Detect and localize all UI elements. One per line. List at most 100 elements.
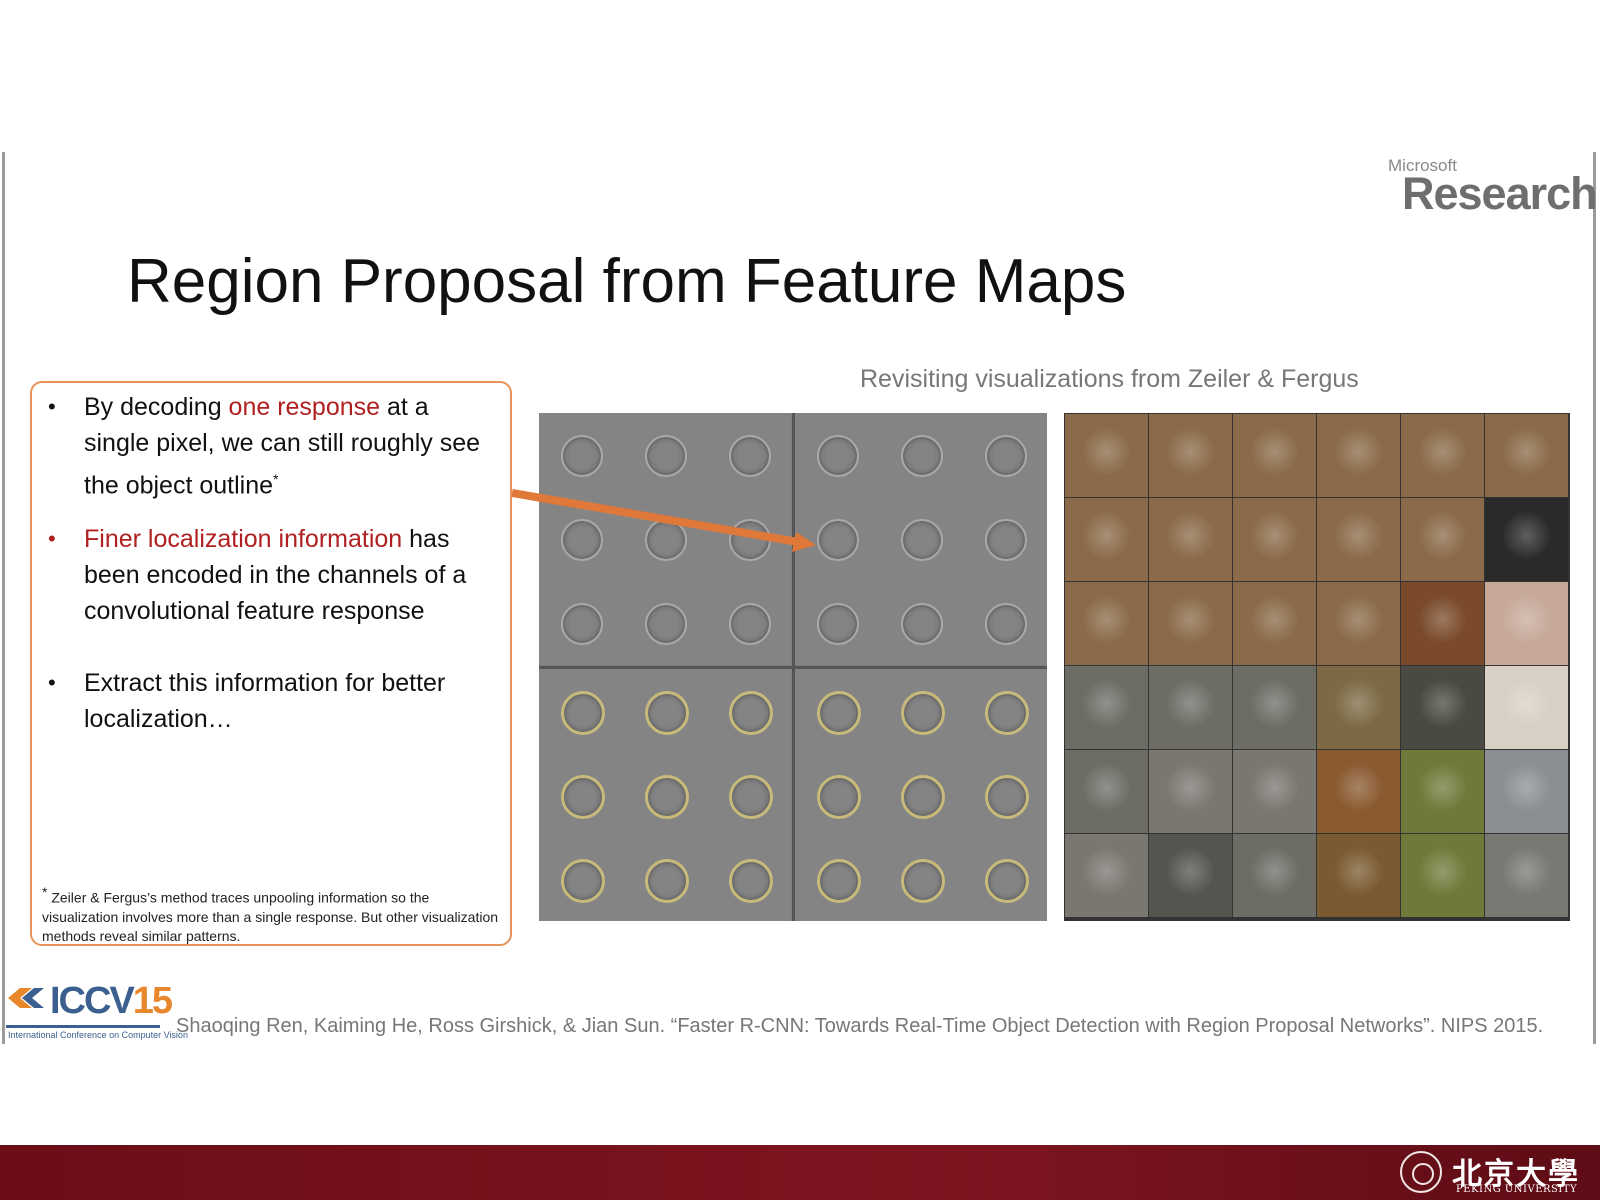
slide-title: Region Proposal from Feature Maps — [127, 247, 1127, 316]
image-patch — [1401, 750, 1484, 833]
feature-tile — [623, 413, 707, 497]
image-patch — [1233, 582, 1316, 665]
feature-pattern — [985, 603, 1027, 645]
feature-pattern — [645, 603, 687, 645]
image-patch — [1485, 750, 1568, 833]
feature-pattern — [901, 603, 943, 645]
feature-tile — [539, 413, 623, 497]
feature-pattern — [901, 519, 943, 561]
feature-tile — [879, 753, 963, 837]
feature-pattern — [561, 435, 603, 477]
university-name-en: PEKING UNIVERSITY — [1456, 1184, 1578, 1195]
footnote: * Zeiler & Fergus’s method traces unpool… — [42, 884, 499, 944]
feature-tile — [879, 413, 963, 497]
feature-tile — [879, 837, 963, 921]
feature-pattern — [817, 435, 859, 477]
iccv-wordmark: ICCV15 — [50, 980, 173, 1022]
image-patch — [1485, 498, 1568, 581]
feature-pattern — [729, 435, 771, 477]
feature-pattern — [985, 519, 1027, 561]
image-patch — [1065, 750, 1148, 833]
image-patch — [1485, 834, 1568, 917]
feature-pattern — [729, 859, 773, 903]
image-patch — [1149, 582, 1232, 665]
feature-pattern — [729, 691, 773, 735]
feature-tile — [963, 581, 1047, 665]
image-patch — [1401, 666, 1484, 749]
bullet-dot: • — [48, 526, 56, 551]
feature-tile — [539, 581, 623, 665]
image-patch — [1401, 414, 1484, 497]
feature-tile — [795, 413, 879, 497]
image-patch — [1233, 498, 1316, 581]
feature-tile — [963, 669, 1047, 753]
feature-tile — [707, 837, 791, 921]
feature-pattern — [817, 775, 861, 819]
feature-tile — [623, 669, 707, 753]
image-patch — [1317, 666, 1400, 749]
iccv-bar — [6, 1025, 160, 1028]
image-patch — [1317, 834, 1400, 917]
image-patch — [1065, 834, 1148, 917]
feature-tile — [623, 753, 707, 837]
feature-tile — [879, 581, 963, 665]
bullet-box: • By decoding one response at a single p… — [30, 381, 512, 946]
arrow-head — [792, 532, 816, 552]
feature-tile — [879, 497, 963, 581]
feature-pattern — [645, 859, 689, 903]
image-patch — [1317, 582, 1400, 665]
image-patch — [1485, 582, 1568, 665]
feature-tile — [707, 753, 791, 837]
feature-tile — [795, 753, 879, 837]
iccv-emblem-icon — [8, 988, 44, 1008]
bullet-dot: • — [48, 394, 56, 419]
feature-tile — [795, 669, 879, 753]
iccv-logo: ICCV15 International Conference on Compu… — [6, 980, 188, 1044]
image-patch — [1149, 498, 1232, 581]
feature-pattern — [901, 691, 945, 735]
feature-pattern — [985, 435, 1027, 477]
feature-pattern — [985, 775, 1029, 819]
arrow-icon — [512, 489, 816, 552]
image-patch — [1401, 834, 1484, 917]
bullet-2-text: Finer localization information has been … — [84, 525, 467, 625]
feature-pattern — [561, 603, 603, 645]
image-patch — [1065, 498, 1148, 581]
feature-tile — [707, 413, 791, 497]
feature-pattern — [561, 691, 605, 735]
feature-pattern — [817, 691, 861, 735]
feature-pattern — [817, 859, 861, 903]
feature-pattern — [901, 435, 943, 477]
image-patch — [1065, 666, 1148, 749]
brand-big: Research — [1402, 168, 1598, 219]
feature-tile — [963, 413, 1047, 497]
image-patch — [1149, 750, 1232, 833]
slide-left-border — [2, 152, 5, 1044]
feature-pattern — [985, 859, 1029, 903]
feature-tile — [623, 837, 707, 921]
feature-tile — [795, 837, 879, 921]
feature-pattern — [985, 691, 1029, 735]
iccv-subtitle: International Conference on Computer Vis… — [8, 1030, 188, 1040]
footer-bar — [0, 1145, 1600, 1200]
feature-tile — [539, 669, 623, 753]
feature-tile — [539, 753, 623, 837]
feature-pattern — [561, 775, 605, 819]
arrow-shaft — [512, 489, 799, 546]
image-patch — [1065, 582, 1148, 665]
highlight-text: Finer localization information — [84, 525, 403, 553]
image-patch — [1233, 666, 1316, 749]
image-patch — [1485, 666, 1568, 749]
feature-pattern — [901, 775, 945, 819]
bullet-1-text: By decoding one response at a single pix… — [84, 393, 481, 500]
image-patch — [1485, 414, 1568, 497]
feature-tile — [707, 581, 791, 665]
pku-seal-icon — [1400, 1151, 1442, 1193]
slide-right-border — [1593, 152, 1596, 1044]
image-patch — [1401, 498, 1484, 581]
image-patch — [1317, 414, 1400, 497]
image-patch — [1233, 834, 1316, 917]
feature-tile — [879, 669, 963, 753]
highlight-text: one response — [228, 393, 381, 421]
feature-tile — [795, 581, 879, 665]
